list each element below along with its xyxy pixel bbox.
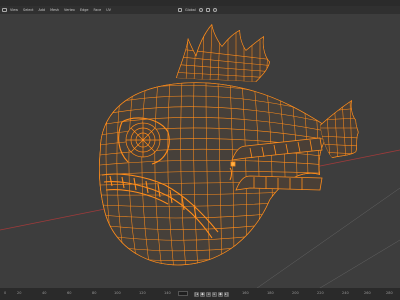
frame-tick: 200: [292, 291, 299, 295]
jump-start-icon[interactable]: |◂: [194, 291, 199, 297]
frame-tick: 280: [386, 291, 393, 295]
frame-tick: 240: [342, 291, 349, 295]
orientation-icon[interactable]: [178, 8, 182, 12]
frame-tick: 40: [42, 291, 47, 295]
dorsal-fin-mesh: [176, 24, 270, 82]
jump-end-icon[interactable]: ▸|: [224, 291, 229, 297]
proportional-edit-icon[interactable]: [212, 8, 217, 12]
snap-icon[interactable]: [205, 8, 210, 12]
frame-tick: 180: [267, 291, 274, 295]
menu-mesh[interactable]: Mesh: [50, 8, 59, 12]
frame-tick: 20: [17, 291, 22, 295]
menu-edge[interactable]: Edge: [80, 8, 89, 12]
viewport-header: View Select Add Mesh Vertex Edge Face UV…: [0, 6, 400, 14]
menu-select[interactable]: Select: [23, 8, 33, 12]
menu-vertex[interactable]: Vertex: [64, 8, 75, 12]
frame-tick: 220: [317, 291, 324, 295]
menu-view[interactable]: View: [10, 8, 18, 12]
header-menu: View Select Add Mesh Vertex Edge Face UV: [2, 8, 116, 12]
playback-controls: |◂ ◆ ◂ ▸ ◆ ▸|: [194, 291, 230, 297]
fish-mesh[interactable]: [99, 24, 360, 270]
frame-tick: 140: [164, 291, 171, 295]
pivot-icon[interactable]: [198, 8, 203, 12]
frame-tick: 260: [364, 291, 371, 295]
frame-tick: 120: [139, 291, 146, 295]
menu-add[interactable]: Add: [39, 8, 46, 12]
menu-uv[interactable]: UV: [106, 8, 111, 12]
current-frame-field[interactable]: [178, 291, 188, 296]
frame-tick: 0: [4, 291, 7, 295]
frame-tick: 80: [92, 291, 97, 295]
timeline-bar: 0 20 40 60 80 100 120 140 |◂ ◆ ◂ ▸ ◆ ▸| …: [0, 288, 400, 300]
frame-tick: 100: [114, 291, 121, 295]
prev-keyframe-icon[interactable]: ◆: [200, 291, 205, 297]
frame-tick: 60: [67, 291, 72, 295]
header-transform-tools: Global: [178, 6, 220, 14]
object-mode-icon[interactable]: [2, 8, 7, 12]
blender-app: View Select Add Mesh Vertex Edge Face UV…: [0, 0, 400, 300]
frame-tick: 160: [242, 291, 249, 295]
viewport-canvas: [0, 24, 400, 288]
play-icon[interactable]: ▸: [212, 291, 217, 297]
menu-face[interactable]: Face: [93, 8, 101, 12]
3d-viewport[interactable]: [0, 14, 400, 288]
next-keyframe-icon[interactable]: ◆: [218, 291, 223, 297]
tail-fin-mesh: [320, 100, 359, 158]
transform-orientation[interactable]: Global: [185, 8, 196, 12]
play-reverse-icon[interactable]: ◂: [206, 291, 211, 297]
